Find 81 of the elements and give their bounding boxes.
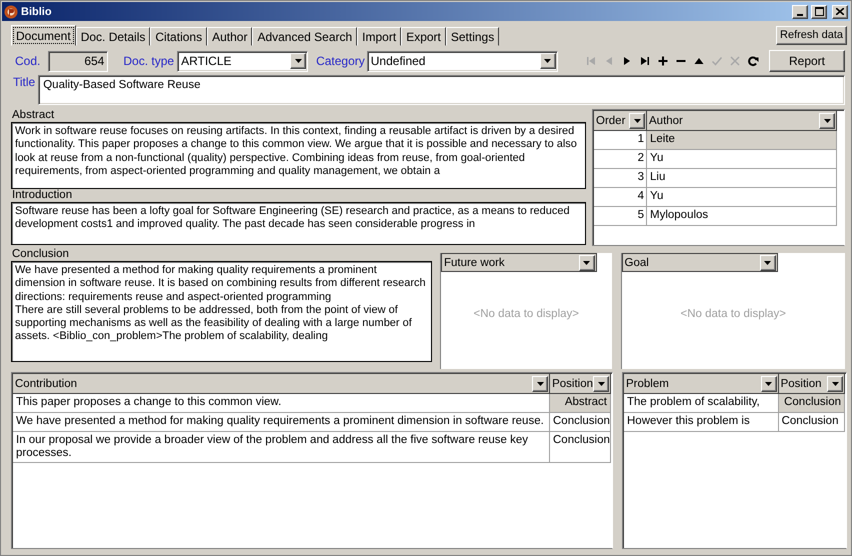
column-header[interactable]: Position: [778, 374, 845, 394]
caret-icon: [634, 118, 640, 122]
table-cell[interactable]: 3: [594, 169, 647, 188]
window-title: Biblio: [21, 6, 52, 18]
tab[interactable]: Author: [207, 27, 252, 46]
close-icon: [836, 8, 844, 15]
conclusion-label: Conclusion: [12, 248, 70, 261]
caret-icon: [824, 118, 830, 122]
dropdown-button[interactable]: [593, 376, 609, 392]
abstract-text-area[interactable]: Work in software reuse focuses on reusing artifacts. In this context, finding a reusable artifact is driven by a desired functionality. This paper proposes a change to this common view. We argue that it is possible and necessary to also look at reuse from a non-functional (quality) perspective. Combining ideas from reuse, from goal-oriented requirements, from aspect-oriented programming and quality management, we obtain a: [11, 122, 586, 189]
caret-icon: [544, 59, 552, 63]
table-cell[interactable]: Mylopoulos: [647, 207, 837, 226]
conclusion-text-area[interactable]: We have presented a method for making quality requirements a prominent dimension in software reuse. It is based on combining results from different research directions: requirements reuse and aspect-oriented programming There are still several problems to be addressed, both from the point of view of supporting mechanisms as well as the feasibility of dealing with a large number of assets. <Biblio_con_problem>The problem of scalability, dealing: [11, 261, 432, 362]
dropdown-button[interactable]: [760, 254, 776, 270]
column-header[interactable]: Contribution: [13, 374, 550, 394]
table-cell[interactable]: Conclusion: [778, 413, 845, 432]
maximize-icon: [814, 7, 824, 16]
dropdown-button[interactable]: [819, 112, 835, 128]
table-cell[interactable]: This paper proposes a change to this common view.: [13, 394, 550, 413]
column-header[interactable]: Problem: [624, 374, 779, 394]
table-cell[interactable]: 4: [594, 188, 647, 207]
table-cell[interactable]: Conclusion: [778, 394, 845, 413]
minimize-icon: [797, 14, 803, 16]
dropdown-button[interactable]: [290, 53, 306, 69]
table-cell[interactable]: Yu: [647, 188, 837, 207]
dropdown-button[interactable]: [760, 376, 777, 392]
goal-select[interactable]: Goal: [622, 253, 778, 272]
code-label: Cod.: [15, 54, 40, 68]
tab[interactable]: Document: [11, 25, 76, 46]
table-cell[interactable]: 2: [594, 150, 647, 169]
table-cell[interactable]: However this problem is: [624, 413, 779, 432]
table-cell[interactable]: In our proposal we provide a broader view of the problem and address all the five software reuse key processes.: [13, 432, 550, 463]
table-cell[interactable]: 5: [594, 207, 647, 226]
close-button[interactable]: [832, 4, 848, 18]
caret-icon: [294, 59, 302, 63]
dropdown-button[interactable]: [532, 376, 548, 392]
table-cell[interactable]: We have presented a method for making quality requirements a prominent dimension in software reuse.: [13, 413, 550, 432]
title-field[interactable]: Quality-Based Software Reuse: [38, 75, 845, 105]
empty-message: <No data to display>: [472, 306, 580, 322]
dropdown-button[interactable]: [578, 254, 595, 270]
category-label: Category: [316, 54, 365, 68]
column-header[interactable]: Order: [594, 111, 647, 131]
caret-icon: [598, 382, 604, 386]
abstract-label: Abstract: [12, 109, 56, 122]
tab[interactable]: Export: [401, 27, 446, 46]
report-button[interactable]: Report: [769, 50, 845, 72]
maximize-button[interactable]: [811, 4, 827, 18]
table-cell[interactable]: Conclusion: [550, 432, 611, 463]
tab[interactable]: Doc. Details: [76, 27, 150, 46]
doc-type-select[interactable]: ARTICLE: [177, 50, 308, 72]
title-label: Title: [13, 75, 36, 89]
minimize-button[interactable]: [792, 4, 808, 18]
table-cell[interactable]: Yu: [647, 150, 837, 169]
table-cell[interactable]: The problem of scalability,: [624, 394, 779, 413]
dropdown-button[interactable]: [540, 53, 556, 69]
caret-icon: [583, 260, 590, 264]
tab[interactable]: Settings: [446, 27, 500, 46]
dropdown-button[interactable]: [827, 376, 843, 392]
caret-icon: [765, 382, 772, 386]
tab[interactable]: Advanced Search: [252, 27, 358, 46]
empty-message: <No data to display>: [680, 306, 788, 322]
tab[interactable]: Citations: [150, 27, 208, 46]
column-header[interactable]: Author: [647, 111, 837, 131]
introduction-label: Introduction: [12, 189, 74, 202]
table-cell[interactable]: Liu: [647, 169, 837, 188]
column-header[interactable]: Position: [550, 374, 611, 394]
caret-icon: [536, 382, 544, 386]
refresh-data-button[interactable]: Refresh data: [776, 26, 847, 44]
caret-icon: [832, 382, 838, 386]
app-icon: [4, 4, 18, 18]
dropdown-button[interactable]: [629, 112, 645, 128]
table-cell[interactable]: Abstract: [550, 394, 611, 413]
doc-type-label: Doc. type: [123, 54, 174, 68]
category-select[interactable]: Undefined: [366, 50, 558, 72]
table-cell[interactable]: Conclusion: [550, 413, 611, 432]
table-cell[interactable]: Leite: [647, 131, 837, 150]
introduction-text-area[interactable]: Software reuse has been a lofty goal for Software Engineering (SE) research and practice, as a means to reduced development costs1 and improved quality. The past decade has seen considerable progress in: [11, 202, 586, 245]
tab[interactable]: Import: [357, 27, 402, 46]
future-work-select[interactable]: Future work: [440, 253, 597, 272]
caret-icon: [764, 260, 772, 264]
code-field[interactable]: 654: [48, 50, 108, 72]
